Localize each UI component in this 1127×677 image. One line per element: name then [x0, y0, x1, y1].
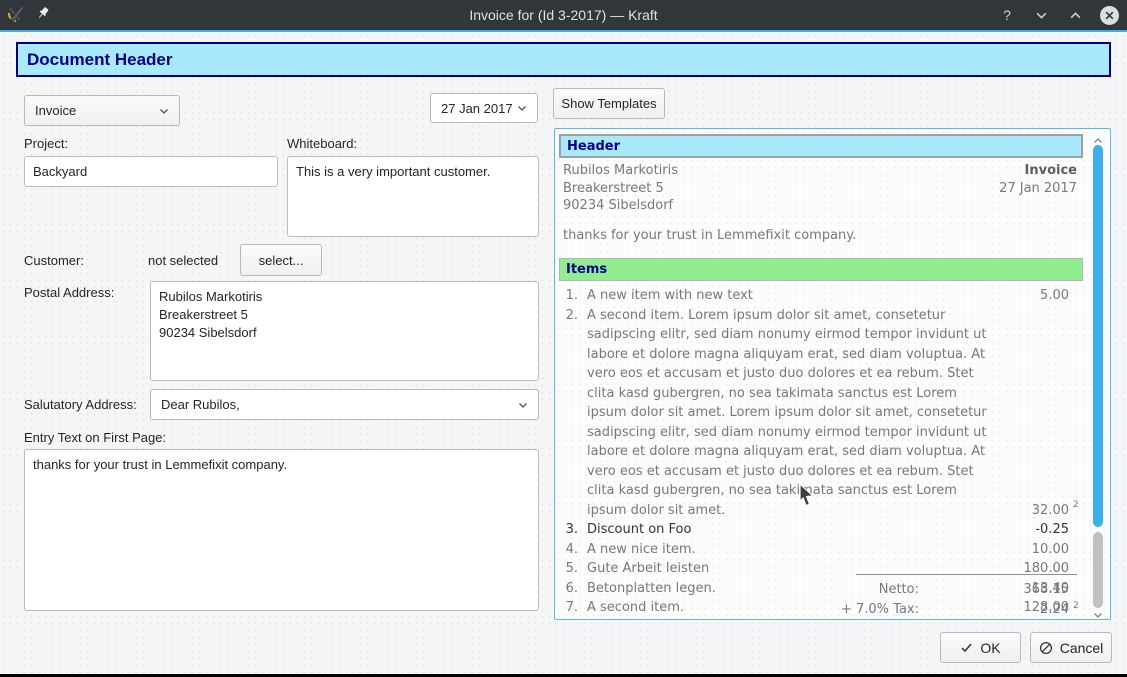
item-amount: -0.25	[1007, 520, 1069, 540]
minimize-button[interactable]	[1032, 6, 1050, 24]
preview-header-bar: Header	[559, 134, 1083, 158]
project-input[interactable]	[24, 156, 278, 187]
address-line: Rubilos Markotiris	[563, 162, 678, 180]
preview-doc-meta: Invoice 27 Jan 2017	[999, 162, 1077, 197]
date-combobox[interactable]: 27 Jan 2017	[430, 93, 538, 123]
total-label: + 7.0% Tax:	[559, 600, 919, 620]
item-number: 3.	[559, 520, 587, 540]
entry-text-textarea[interactable]: thanks for your trust in Lemmefixit comp…	[24, 449, 539, 611]
chevron-down-icon	[518, 400, 528, 410]
item-amount: 5.00	[1007, 286, 1069, 306]
scrollbar-thumb[interactable]	[1093, 145, 1103, 527]
preview-items-list: 1.A new item with new text5.002.A second…	[559, 286, 1083, 618]
preview-totals: Netto:368.15+ 7.0% Tax:2.242	[559, 580, 1083, 619]
item-text: Discount on Foo	[587, 520, 1007, 540]
total-tax-mark: 2	[1069, 597, 1083, 617]
whiteboard-label: Whiteboard:	[287, 136, 357, 151]
item-row: 5.Gute Arbeit leisten180.00	[559, 559, 1083, 579]
kraft-app-icon	[6, 3, 26, 28]
item-row: 1.A new item with new text5.00	[559, 286, 1083, 306]
item-text: A new item with new text	[587, 286, 1007, 306]
item-amount: 32.00	[1007, 501, 1069, 521]
item-amount: 10.00	[1007, 540, 1069, 560]
document-header-banner: Document Header	[16, 42, 1111, 77]
cancel-button[interactable]: Cancel	[1030, 632, 1112, 663]
ok-button[interactable]: OK	[940, 632, 1021, 663]
postal-address-textarea[interactable]: Rubilos Markotiris Breakerstreet 5 90234…	[150, 281, 539, 381]
kraft-invoice-dialog: Invoice for (Id 3-2017) — Kraft ? Docume…	[0, 0, 1127, 674]
maximize-button[interactable]	[1066, 6, 1084, 24]
help-button[interactable]: ?	[998, 6, 1016, 24]
item-row: 2.A second item. Lorem ipsum dolor sit a…	[559, 306, 1083, 521]
scroll-up-icon[interactable]	[1092, 132, 1104, 144]
total-value: 368.15	[919, 580, 1069, 600]
total-label: Netto:	[559, 580, 919, 600]
preview-doc-type: Invoice	[999, 162, 1077, 180]
totals-divider	[856, 574, 1077, 575]
date-value: 27 Jan 2017	[441, 101, 513, 116]
item-number: 2.	[559, 306, 587, 521]
window-title: Invoice for (Id 3-2017) — Kraft	[0, 7, 1127, 23]
document-preview-pane: Header Rubilos MarkotirisBreakerstreet 5…	[554, 128, 1111, 620]
scrollbar-track-segment[interactable]	[1093, 532, 1103, 608]
total-tax-mark	[1069, 577, 1083, 597]
postal-address-label: Postal Address:	[24, 285, 114, 300]
item-text: A second item. Lorem ipsum dolor sit ame…	[587, 306, 1007, 521]
item-amount: 180.00	[1007, 559, 1069, 579]
preview-address-block: Rubilos MarkotirisBreakerstreet 590234 S…	[563, 162, 678, 215]
dialog-content: Document Header Invoice 27 Jan 2017 Show…	[0, 32, 1127, 674]
chevron-down-icon	[517, 103, 527, 113]
customer-label: Customer:	[24, 253, 84, 268]
chevron-down-icon	[159, 106, 169, 116]
total-value: 2.24	[919, 600, 1069, 620]
pin-icon[interactable]	[36, 6, 50, 25]
page-title: Document Header	[27, 50, 172, 70]
item-number: 1.	[559, 286, 587, 306]
select-customer-button[interactable]: select...	[240, 244, 322, 276]
project-label: Project:	[24, 136, 68, 151]
show-templates-button[interactable]: Show Templates	[553, 88, 665, 119]
close-button[interactable]	[1100, 6, 1119, 25]
preview-doc-date: 27 Jan 2017	[999, 180, 1077, 198]
titlebar: Invoice for (Id 3-2017) — Kraft ?	[0, 0, 1127, 30]
total-row: + 7.0% Tax:2.242	[559, 600, 1083, 620]
whiteboard-textarea[interactable]: This is a very important customer.	[287, 156, 539, 237]
address-line: 90234 Sibelsdorf	[563, 197, 678, 215]
item-row: 4.A new nice item.10.00	[559, 540, 1083, 560]
total-row: Netto:368.15	[559, 580, 1083, 600]
cancel-circle-icon	[1039, 641, 1053, 655]
item-text: A new nice item.	[587, 540, 1007, 560]
doc-type-combobox[interactable]: Invoice	[24, 95, 180, 126]
scroll-down-icon[interactable]	[1092, 606, 1104, 618]
preview-intro-text: thanks for your trust in Lemmefixit comp…	[563, 228, 856, 243]
item-number: 4.	[559, 540, 587, 560]
customer-status: not selected	[148, 253, 218, 268]
item-number: 5.	[559, 559, 587, 579]
check-icon	[960, 641, 973, 654]
entry-text-label: Entry Text on First Page:	[24, 430, 166, 445]
salutatory-value: Dear Rubilos,	[161, 397, 240, 412]
item-text: Gute Arbeit leisten	[587, 559, 1007, 579]
preview-scrollbar[interactable]	[1089, 129, 1107, 619]
address-line: Breakerstreet 5	[563, 180, 678, 198]
doc-type-value: Invoice	[35, 103, 76, 118]
preview-items-bar: Items	[559, 258, 1083, 281]
salutatory-combobox[interactable]: Dear Rubilos,	[150, 389, 539, 420]
item-tax-mark: 2	[1069, 496, 1083, 516]
salutatory-address-label: Salutatory Address:	[24, 397, 137, 412]
item-row: 3.Discount on Foo-0.25	[559, 520, 1083, 540]
